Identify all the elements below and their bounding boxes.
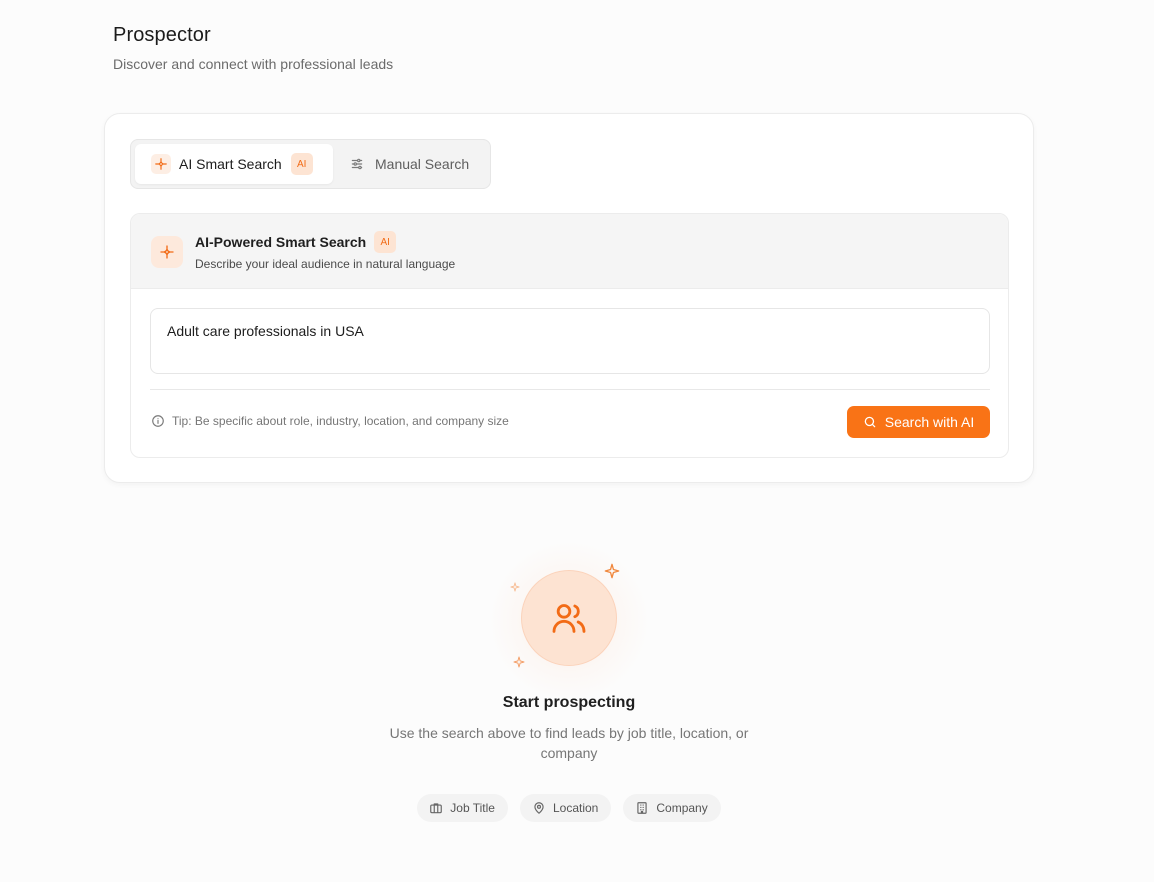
ai-query-input[interactable]: Adult care professionals in USA [150,308,990,374]
search-button-label: Search with AI [884,414,975,430]
empty-state-title: Start prospecting [502,694,636,711]
chip-label: Job Title [450,801,495,815]
ai-badge: AI [290,153,313,175]
page-header: Prospector Discover and connect with pro… [113,24,393,72]
ai-search-panel: AI-Powered Smart Search AI Describe your… [130,213,1009,458]
chip-job-title[interactable]: Job Title [417,794,508,822]
users-icon [552,604,586,633]
chip-label: Company [656,801,708,815]
search-icon [864,416,876,428]
panel-title: AI-Powered Smart Search [195,234,367,250]
building-icon [637,802,648,814]
tip-text: Tip: Be specific about role, industry, l… [172,414,509,428]
users-icon-circle [521,570,617,666]
tab-label: Manual Search [375,156,470,172]
sparkles-icon [151,236,183,268]
search-hint-chips: Job Title Location Company [0,794,1138,822]
search-card: AI Smart Search AI Manual Search AI-Powe… [104,113,1034,483]
tab-manual-search[interactable]: Manual Search [333,144,469,184]
search-tip: Tip: Be specific about role, industry, l… [151,414,509,428]
ai-badge: AI [374,231,397,253]
page-subtitle: Discover and connect with professional l… [113,56,394,72]
chip-location[interactable]: Location [519,794,612,822]
tab-ai-smart-search[interactable]: AI Smart Search AI [135,144,333,184]
page-title: Prospector [113,24,211,46]
info-icon [152,415,164,427]
sliders-icon [347,154,367,174]
map-pin-icon [534,802,544,814]
briefcase-icon [430,803,443,814]
chip-label: Location [552,801,599,815]
sparkles-icon [151,154,171,174]
sparkle-icon [513,656,525,668]
sparkle-icon [604,563,620,579]
search-with-ai-button[interactable]: Search with AI [847,406,990,438]
sparkle-icon [510,582,520,592]
panel-title-row: AI-Powered Smart Search AI [195,231,397,253]
panel-header: AI-Powered Smart Search AI Describe your… [131,214,1008,289]
divider [150,389,990,390]
empty-state-description: Use the search above to find leads by jo… [389,725,749,761]
tab-label: AI Smart Search [179,156,282,172]
chip-company[interactable]: Company [623,794,721,822]
panel-description: Describe your ideal audience in natural … [195,257,456,271]
search-mode-tabs: AI Smart Search AI Manual Search [130,139,491,189]
